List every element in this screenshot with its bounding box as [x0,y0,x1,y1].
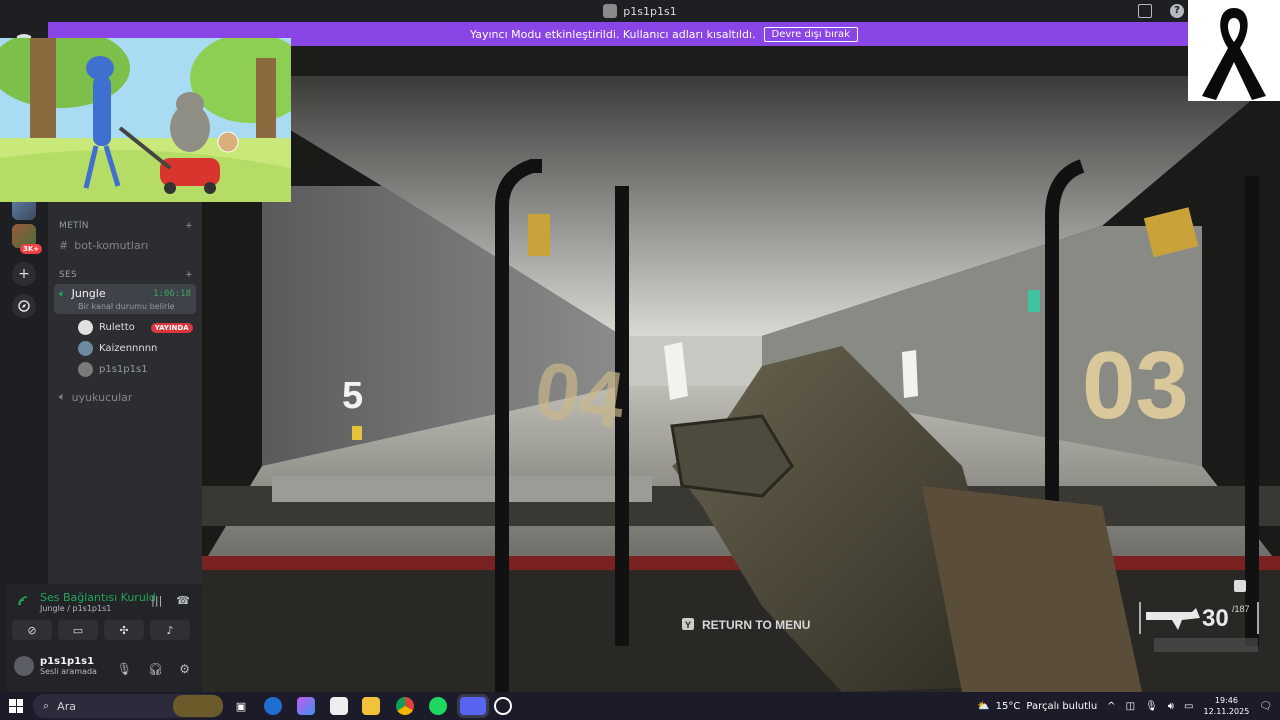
headphones-icon[interactable]: 🎧︎ [148,662,163,676]
channel-label: uyukucular [71,390,133,404]
user-status: Sesli aramada [40,667,97,676]
channel-status[interactable]: Bir kanal durumu belirle [78,302,174,311]
speaker-icon: 🔈︎ [59,390,66,403]
microphone-icon[interactable]: 🎙︎ [117,662,132,676]
user-area[interactable]: p1s1p1s1 Sesli aramada [14,656,97,676]
weather-temp: 15°C [995,700,1021,712]
return-to-menu-label: RETURN TO MENU [702,618,810,632]
hash-icon: # [59,239,69,252]
speaker-icon: 🔈︎ [59,287,66,300]
search-highlight-image [173,695,223,717]
voice-connection-panel: Ses Bağlantısı Kuruld Jungle / p1s1p1s1 … [6,584,202,692]
mention-badge: 3K+ [20,244,43,254]
add-channel-icon[interactable]: + [185,270,193,280]
game-frame: 5 04 03 Y RETURN TO MENU 30 /187 [202,46,1280,692]
chrome-icon[interactable] [396,697,414,715]
show-hidden-icons[interactable]: ^ [1107,701,1115,712]
volume-icon[interactable]: 🔊︎ [1168,701,1174,712]
voice-timer: 1:06:18 [153,289,191,299]
banner-message: Yayıncı Modu etkinleştirildi. Kullanıcı … [470,27,756,41]
weather-cloud-icon: ⛅ [977,700,990,712]
time: 19:46 [1214,696,1238,705]
return-to-menu-prompt: Y RETURN TO MENU [682,618,810,632]
window-title: p1s1p1s1 [623,4,677,18]
noise-suppression-icon[interactable]: ||| [151,594,162,607]
app-avatar-icon [603,4,618,18]
network-icon[interactable]: ◫ [1126,701,1135,712]
avatar [78,362,93,377]
lane-number-left: 5 [342,375,363,417]
file-explorer-icon[interactable] [362,697,380,715]
user-name: p1s1p1s1 [40,656,95,667]
clock[interactable]: 19:46 12.11.2025 [1203,695,1249,717]
edge-icon[interactable] [264,697,282,715]
windows-start-icon[interactable] [9,699,23,713]
member-name: Kaizennnnn [99,343,158,354]
channel-label: Jungle [71,287,106,300]
text-category[interactable]: METİN + [59,221,193,231]
activities-button[interactable]: ✣ [104,620,144,640]
member-name: Ruletto [99,322,135,333]
voice-member[interactable]: p1s1p1s1 [78,362,148,377]
weather-widget[interactable]: ⛅ 15°C Parçalı bulutlu [977,701,1097,712]
connection-status[interactable]: Ses Bağlantısı Kuruld [40,591,156,604]
ammo-count: 30 [1202,605,1229,632]
screen-share-button[interactable]: ▭ [58,620,98,640]
text-category-label: METİN [59,221,89,231]
help-icon[interactable]: ? [1170,4,1184,18]
store-icon[interactable] [330,697,348,715]
disconnect-icon[interactable]: ☎ [176,594,190,607]
avatar [78,341,93,356]
pip-frame [0,38,291,202]
add-channel-icon[interactable]: + [185,221,193,231]
connection-location[interactable]: Jungle / p1s1p1s1 [40,604,111,613]
title-bar: p1s1p1s1 ? [0,0,1280,22]
voice-category[interactable]: SES + [59,270,193,280]
spotify-icon[interactable] [429,697,447,715]
microphone-tray-icon[interactable]: 🎙︎ [1145,701,1158,712]
taskbar-search[interactable]: ⌕ Ara [33,694,223,718]
lane-number-mid: 04 [530,345,631,446]
channel-bot-komutlari[interactable]: # bot-komutları [59,239,148,252]
discord-taskbar-icon[interactable] [460,697,486,715]
windows-taskbar: ⌕ Ara ▣ ⛅ 15°C Parçalı bulutlu ^ ◫ 🎙︎ 🔊︎… [0,692,1280,720]
channel-label: bot-komutları [74,239,149,252]
avatar [14,656,34,676]
discover-icon[interactable] [12,294,36,318]
member-name: p1s1p1s1 [99,364,148,375]
avatar [78,320,93,335]
task-view-icon[interactable]: ▣ [232,697,250,715]
pip-video[interactable] [0,38,291,202]
notification-icon[interactable]: 🗨︎ [1259,701,1272,712]
stream-view[interactable]: 5 04 03 Y RETURN TO MENU 30 /187 [202,46,1280,692]
lane-number-right: 03 [1082,332,1189,439]
voice-channel-uyukucular[interactable]: 🔈︎ uyukucular [59,390,132,404]
signal-icon[interactable] [18,596,30,606]
add-server-icon[interactable]: + [12,262,36,286]
ammo-reserve: /187 [1232,604,1250,614]
camera-off-button[interactable]: ⊘ [12,620,52,640]
live-badge: YAYINDA [150,322,193,333]
voice-channel-jungle[interactable]: 🔈︎ Jungle 1:06:18 Bir kanal durumu belir… [54,284,196,314]
voice-member[interactable]: Ruletto YAYINDA [78,320,193,335]
disable-streamer-mode-button[interactable]: Devre dışı bırak [763,26,858,42]
voice-member[interactable]: Kaizennnnn [78,341,157,356]
settings-gear-icon[interactable]: ⚙ [179,662,190,676]
voice-category-label: SES [59,270,78,280]
battery-icon[interactable]: ▭ [1184,701,1193,712]
weather-text: Parçalı bulutlu [1026,700,1098,712]
soundboard-button[interactable]: ♪ [150,620,190,640]
search-placeholder: Ara [57,699,76,713]
black-ribbon-image [1188,0,1280,101]
obs-icon[interactable] [494,697,512,715]
key-y: Y [685,620,691,630]
copilot-icon[interactable] [297,697,315,715]
inbox-icon[interactable] [1138,4,1152,18]
search-icon: ⌕ [43,699,50,712]
date: 12.11.2025 [1203,707,1250,716]
